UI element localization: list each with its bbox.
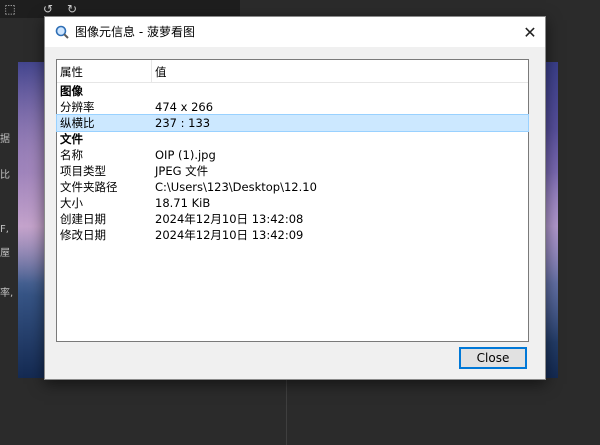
background-divider: [286, 378, 287, 445]
property-name: 文件夹路径: [60, 180, 118, 194]
background-text-fragment: 率,: [0, 288, 14, 299]
dialog-title: 图像元信息 - 菠萝看图: [75, 25, 195, 39]
property-value: 18.71 KiB: [155, 196, 211, 210]
group-label: 图像: [60, 84, 83, 98]
property-name: 创建日期: [60, 212, 106, 226]
column-header-value[interactable]: 值: [155, 64, 167, 80]
list-item[interactable]: 纵横比 237 : 133: [56, 114, 529, 132]
background-text-fragment: 屋: [0, 248, 10, 259]
list-rows: 图像分辨率 474 x 266 纵横比 237 : 133 文件名称 OIP (1).jp…: [56, 83, 529, 243]
property-name: 修改日期: [60, 228, 106, 242]
group-label: 文件: [60, 132, 83, 146]
property-value: 2024年12月10日 13:42:08: [155, 212, 304, 226]
dialog-titlebar[interactable]: 图像元信息 - 菠萝看图 ✕: [45, 17, 545, 47]
list-item[interactable]: 项目类型 JPEG 文件: [57, 163, 528, 179]
list-item[interactable]: 名称 OIP (1).jpg: [57, 147, 528, 163]
background-text-fragment: F,: [0, 224, 9, 235]
property-name: 大小: [60, 196, 83, 210]
background-text-fragment: 比: [0, 170, 10, 181]
property-name: 纵横比: [60, 116, 95, 130]
rotate-right-icon[interactable]: ↻: [64, 1, 80, 17]
property-value: 2024年12月10日 13:42:09: [155, 228, 304, 242]
rotate-left-icon[interactable]: ↺: [40, 1, 56, 17]
list-item[interactable]: 分辨率 474 x 266: [57, 99, 528, 115]
image-metadata-dialog: 图像元信息 - 菠萝看图 ✕ 属性 值 图像分辨率 474 x 266 纵横比 237…: [44, 16, 546, 380]
list-item[interactable]: 文件夹路径 C:\Users\123\Desktop\12.10: [57, 179, 528, 195]
close-icon[interactable]: ✕: [515, 17, 545, 47]
property-name: 名称: [60, 148, 83, 162]
metadata-list[interactable]: 属性 值 图像分辨率 474 x 266 纵横比 237 : 133 文件名称 OIP (…: [56, 59, 529, 342]
list-item[interactable]: 修改日期 2024年12月10日 13:42:09: [57, 227, 528, 243]
property-value: C:\Users\123\Desktop\12.10: [155, 180, 317, 194]
property-name: 项目类型: [60, 164, 106, 178]
close-button[interactable]: Close: [459, 347, 527, 369]
list-item[interactable]: 创建日期 2024年12月10日 13:42:08: [57, 211, 528, 227]
property-value: OIP (1).jpg: [155, 148, 216, 162]
group-header: 图像: [57, 83, 528, 99]
property-value: JPEG 文件: [155, 164, 209, 178]
magnifier-icon: [55, 25, 69, 39]
column-separator[interactable]: [151, 60, 152, 82]
background-text-fragment: 据: [0, 134, 10, 145]
property-value: 237 : 133: [155, 116, 211, 130]
fit-icon[interactable]: ⬚: [2, 1, 18, 17]
group-header: 文件: [57, 131, 528, 147]
property-name: 分辨率: [60, 100, 95, 114]
property-value: 474 x 266: [155, 100, 214, 114]
list-header: 属性 值: [57, 60, 528, 83]
list-item[interactable]: 大小 18.71 KiB: [57, 195, 528, 211]
column-header-property[interactable]: 属性: [60, 64, 83, 80]
